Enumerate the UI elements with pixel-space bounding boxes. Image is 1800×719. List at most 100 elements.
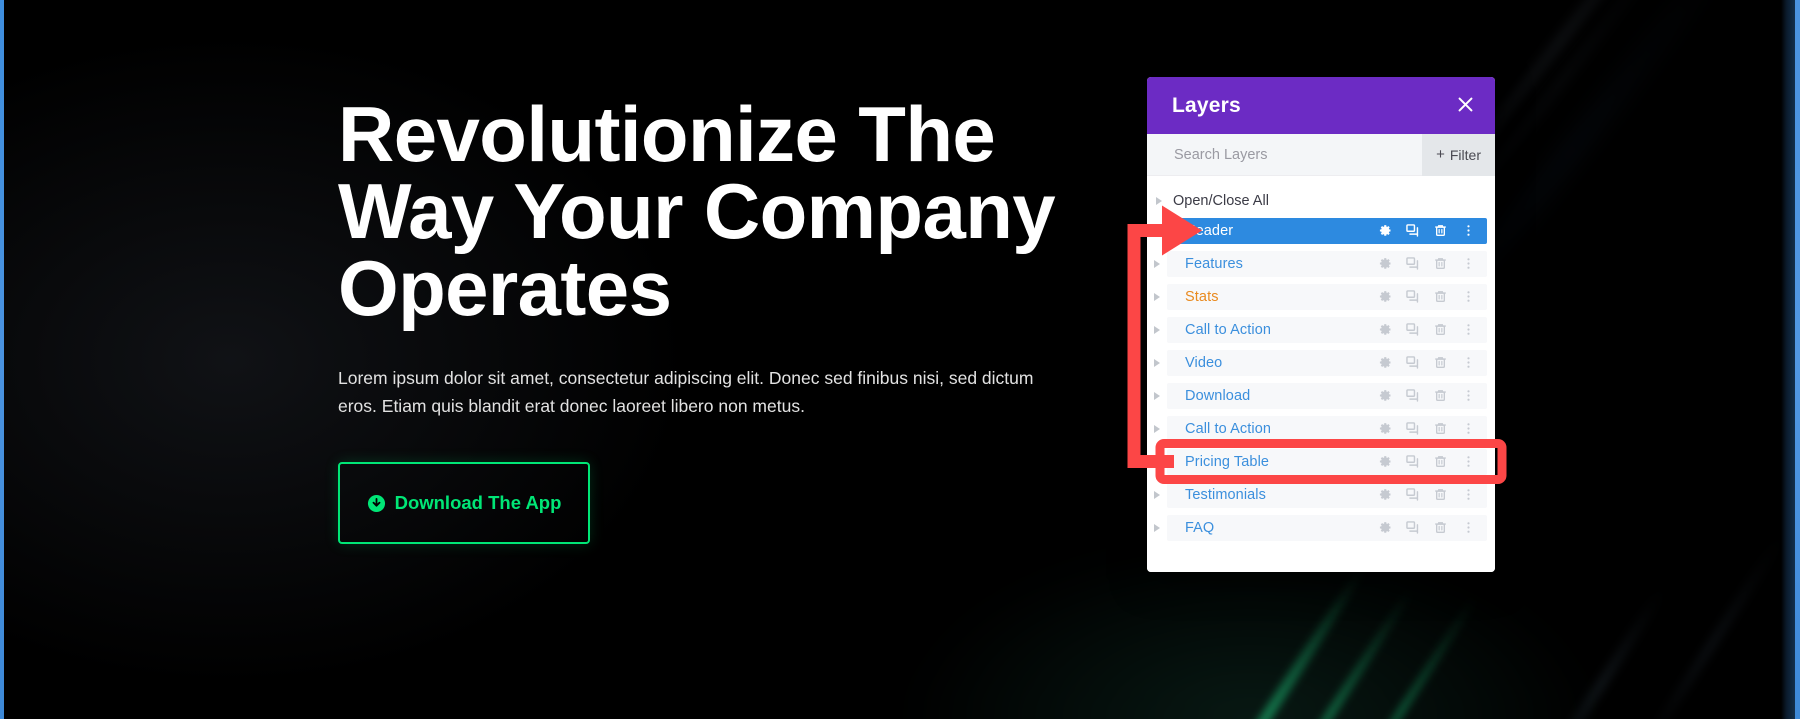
background-streak-gray-1 [1532, 583, 1668, 719]
gear-icon[interactable] [1377, 223, 1392, 238]
duplicate-icon[interactable] [1405, 223, 1420, 238]
download-the-app-label: Download The App [394, 492, 562, 514]
layer-row[interactable]: Pricing Table [1167, 448, 1487, 475]
layer-row-label: FAQ [1185, 519, 1215, 536]
duplicate-icon[interactable] [1405, 454, 1420, 469]
chevron-right-icon[interactable] [1147, 524, 1167, 532]
duplicate-icon[interactable] [1405, 289, 1420, 304]
chevron-right-icon[interactable] [1147, 293, 1167, 301]
more-vertical-icon[interactable] [1461, 322, 1476, 337]
layer-row-actions [1377, 355, 1476, 370]
trash-icon[interactable] [1433, 421, 1448, 436]
open-close-all-row[interactable]: Open/Close All [1147, 187, 1495, 214]
trash-icon[interactable] [1433, 256, 1448, 271]
layer-row-wrapper: FAQ [1147, 511, 1495, 544]
screenshot-root: Revolutionize The Way Your Company Opera… [0, 0, 1800, 719]
chevron-right-icon[interactable] [1147, 392, 1167, 400]
layer-row-actions [1377, 454, 1476, 469]
layer-row[interactable]: Features [1167, 250, 1487, 277]
layer-row-actions [1377, 520, 1476, 535]
trash-icon[interactable] [1433, 223, 1448, 238]
more-vertical-icon[interactable] [1461, 421, 1476, 436]
gear-icon[interactable] [1377, 421, 1392, 436]
close-icon[interactable] [1457, 95, 1474, 117]
trash-icon[interactable] [1433, 520, 1448, 535]
chevron-right-icon[interactable] [1147, 491, 1167, 499]
more-vertical-icon[interactable] [1461, 289, 1476, 304]
layer-row[interactable]: FAQ [1167, 514, 1487, 541]
chevron-right-icon[interactable] [1147, 425, 1167, 433]
trash-icon[interactable] [1433, 487, 1448, 502]
trash-icon[interactable] [1433, 388, 1448, 403]
layer-row-label: Stats [1185, 288, 1219, 305]
more-vertical-icon[interactable] [1461, 223, 1476, 238]
search-input[interactable] [1174, 146, 1423, 163]
layers-panel-header: Layers [1147, 77, 1495, 134]
chevron-right-icon[interactable] [1147, 260, 1167, 268]
chevron-right-icon[interactable] [1147, 359, 1167, 367]
layer-row-wrapper: Stats [1147, 280, 1495, 313]
gear-icon[interactable] [1377, 256, 1392, 271]
layer-row-wrapper: Features [1147, 247, 1495, 280]
layer-row[interactable]: Header [1167, 217, 1487, 244]
chevron-right-icon[interactable] [1149, 197, 1169, 205]
layer-row-label: Download [1185, 387, 1251, 404]
chevron-right-icon[interactable] [1147, 458, 1167, 466]
more-vertical-icon[interactable] [1461, 454, 1476, 469]
duplicate-icon[interactable] [1405, 421, 1420, 436]
layer-row[interactable]: Testimonials [1167, 481, 1487, 508]
background-streak-gray-2 [1632, 528, 1788, 719]
layer-row-label: Call to Action [1185, 321, 1272, 338]
layer-row-label: Features [1185, 255, 1244, 272]
background-streak-green-1 [1180, 562, 1370, 719]
duplicate-icon[interactable] [1405, 388, 1420, 403]
layer-row[interactable]: Stats [1167, 283, 1487, 310]
gear-icon[interactable] [1377, 355, 1392, 370]
background-streak-green-3 [1320, 593, 1480, 719]
layer-row-label: Video [1185, 354, 1223, 371]
trash-icon[interactable] [1433, 322, 1448, 337]
layer-row-wrapper: Video [1147, 346, 1495, 379]
layer-row-actions [1377, 256, 1476, 271]
layer-row-actions [1377, 322, 1476, 337]
trash-icon[interactable] [1433, 454, 1448, 469]
duplicate-icon[interactable] [1405, 355, 1420, 370]
duplicate-icon[interactable] [1405, 322, 1420, 337]
trash-icon[interactable] [1433, 289, 1448, 304]
layers-list: Open/Close All Header Features Stats Call t… [1147, 176, 1495, 572]
open-close-all-label: Open/Close All [1173, 192, 1269, 209]
chevron-right-icon[interactable] [1147, 326, 1167, 334]
gear-icon[interactable] [1377, 289, 1392, 304]
layer-row[interactable]: Call to Action [1167, 316, 1487, 343]
gear-icon[interactable] [1377, 520, 1392, 535]
more-vertical-icon[interactable] [1461, 520, 1476, 535]
layers-panel: Layers + Filter Open/Close All Header Fea… [1147, 77, 1495, 572]
background-streak-green-2 [1244, 586, 1416, 719]
duplicate-icon[interactable] [1405, 487, 1420, 502]
duplicate-icon[interactable] [1405, 520, 1420, 535]
layer-row[interactable]: Video [1167, 349, 1487, 376]
gear-icon[interactable] [1377, 487, 1392, 502]
gear-icon[interactable] [1377, 454, 1392, 469]
download-circle-icon [367, 494, 386, 513]
layer-row[interactable]: Download [1167, 382, 1487, 409]
filter-button-label: Filter [1449, 146, 1481, 163]
layers-panel-title: Layers [1172, 93, 1241, 117]
duplicate-icon[interactable] [1405, 256, 1420, 271]
viewport-edge-dark-right [1781, 0, 1795, 719]
layer-row-actions [1377, 388, 1476, 403]
chevron-right-icon[interactable] [1147, 227, 1167, 235]
layer-row-actions [1377, 487, 1476, 502]
more-vertical-icon[interactable] [1461, 487, 1476, 502]
layers-search-bar: + Filter [1147, 133, 1495, 176]
gear-icon[interactable] [1377, 322, 1392, 337]
gear-icon[interactable] [1377, 388, 1392, 403]
more-vertical-icon[interactable] [1461, 256, 1476, 271]
download-the-app-button[interactable]: Download The App [338, 462, 590, 545]
layer-row-actions [1377, 421, 1476, 436]
more-vertical-icon[interactable] [1461, 355, 1476, 370]
layer-row[interactable]: Call to Action [1167, 415, 1487, 442]
more-vertical-icon[interactable] [1461, 388, 1476, 403]
trash-icon[interactable] [1433, 355, 1448, 370]
filter-button[interactable]: + Filter [1422, 133, 1495, 176]
